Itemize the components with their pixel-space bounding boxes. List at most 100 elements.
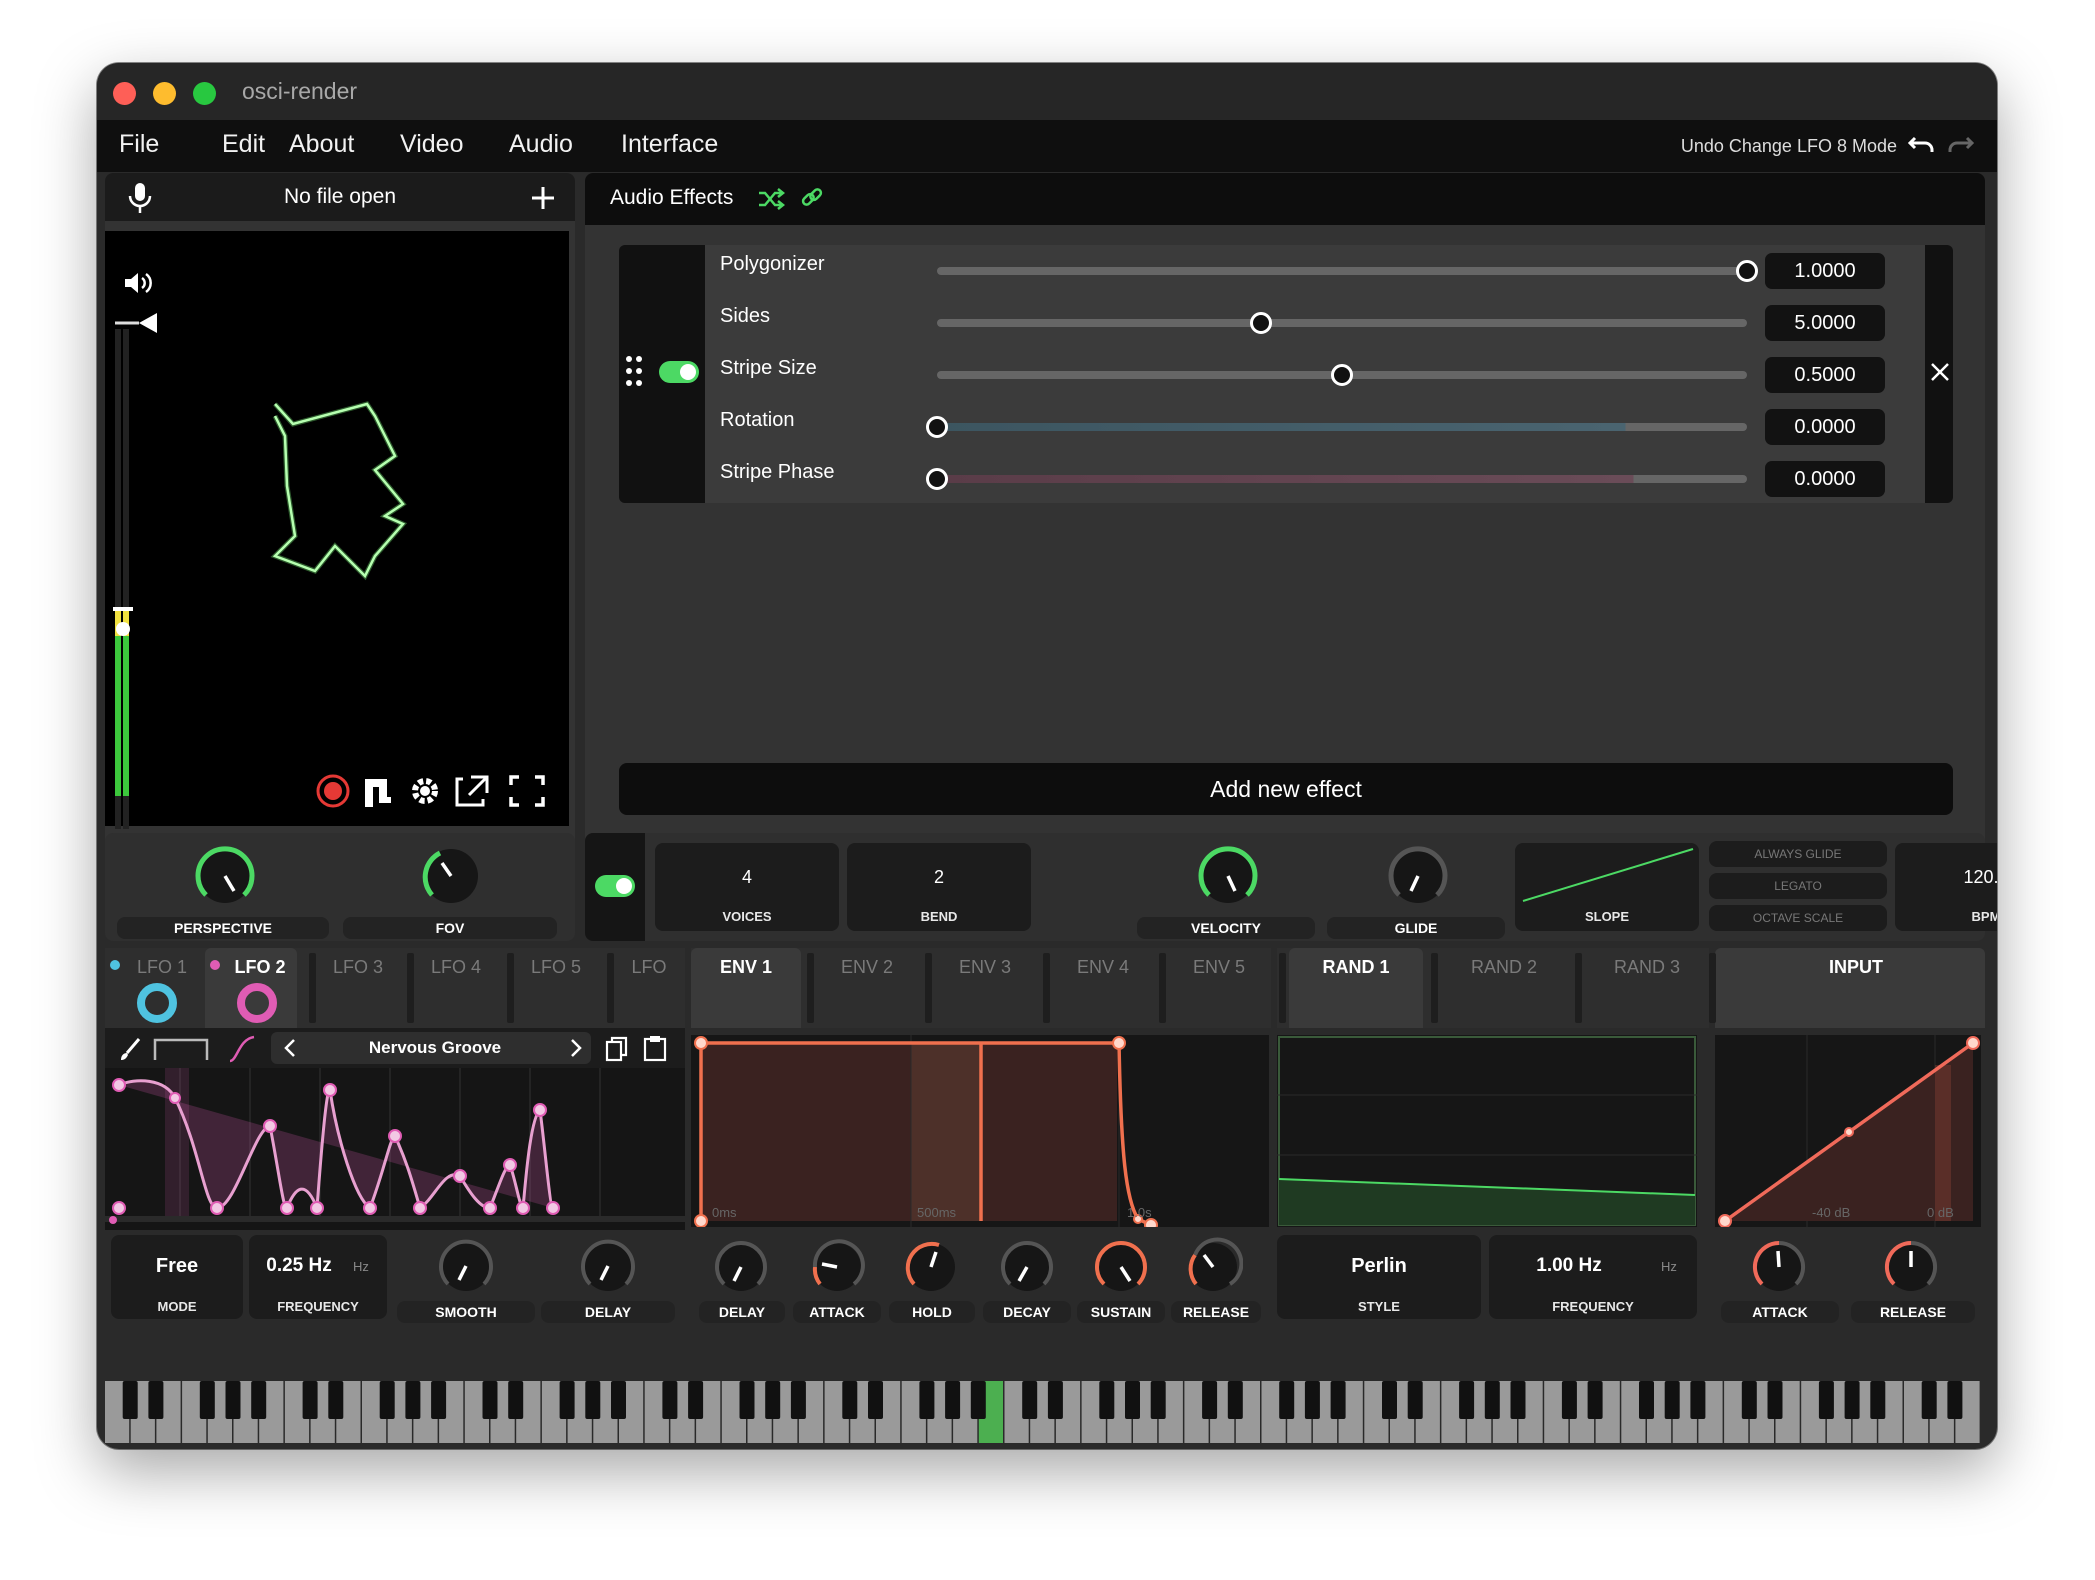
- tab-env-4[interactable]: ENV 4: [1053, 957, 1153, 1037]
- menu-video[interactable]: Video: [400, 130, 464, 159]
- black-key[interactable]: [1304, 1381, 1320, 1419]
- input-curve-editor[interactable]: [1715, 1035, 1981, 1227]
- close-window-button[interactable]: [113, 82, 136, 105]
- legato-button[interactable]: LEGATO: [1709, 873, 1887, 899]
- chevron-left-icon[interactable]: [283, 1038, 297, 1058]
- brush-icon[interactable]: [117, 1036, 143, 1062]
- stripe-phase-slider-thumb[interactable]: [926, 468, 948, 490]
- black-key[interactable]: [1459, 1381, 1475, 1419]
- black-key[interactable]: [765, 1381, 781, 1419]
- black-key[interactable]: [559, 1381, 575, 1419]
- black-key[interactable]: [199, 1381, 215, 1419]
- sides-value[interactable]: 5.0000: [1765, 305, 1885, 341]
- volume-meter[interactable]: [113, 311, 163, 831]
- black-key[interactable]: [1279, 1381, 1295, 1419]
- tab-env-5[interactable]: ENV 5: [1169, 957, 1269, 1037]
- rotation-slider-thumb[interactable]: [926, 416, 948, 438]
- lfo-smooth-knob[interactable]: [435, 1235, 497, 1297]
- add-new-effect-button[interactable]: Add new effect: [619, 763, 1953, 815]
- undo-label[interactable]: Undo Change LFO 8 Mode: [1681, 136, 1897, 157]
- black-key[interactable]: [1407, 1381, 1423, 1419]
- polygonizer-slider-thumb[interactable]: [1736, 260, 1758, 282]
- black-key[interactable]: [611, 1381, 626, 1419]
- octave-scale-button[interactable]: OCTAVE SCALE: [1709, 905, 1887, 931]
- tab-lfo-4[interactable]: LFO 4: [417, 957, 495, 1037]
- menu-edit[interactable]: Edit: [222, 130, 265, 159]
- black-key[interactable]: [688, 1381, 704, 1419]
- black-key[interactable]: [1125, 1381, 1140, 1419]
- menu-audio[interactable]: Audio: [509, 130, 573, 159]
- lfo-delay-knob[interactable]: [577, 1235, 639, 1297]
- sides-slider-thumb[interactable]: [1250, 312, 1272, 334]
- black-key[interactable]: [1484, 1381, 1500, 1419]
- black-key[interactable]: [1202, 1381, 1218, 1419]
- tab-lfo-5[interactable]: LFO 5: [517, 957, 595, 1037]
- env-decay-knob[interactable]: [997, 1237, 1057, 1297]
- chevron-right-icon[interactable]: [569, 1038, 583, 1058]
- always-glide-button[interactable]: ALWAYS GLIDE: [1709, 841, 1887, 867]
- black-key[interactable]: [662, 1381, 678, 1419]
- stripe-phase-slider[interactable]: [937, 475, 1747, 483]
- black-key[interactable]: [1844, 1381, 1860, 1419]
- black-key[interactable]: [1150, 1381, 1166, 1419]
- polygonizer-value[interactable]: 1.0000: [1765, 253, 1885, 289]
- black-key[interactable]: [1870, 1381, 1886, 1419]
- drag-handle-icon[interactable]: [625, 355, 645, 387]
- black-key[interactable]: [122, 1381, 138, 1419]
- voices-box[interactable]: 4 VOICES: [655, 843, 839, 931]
- tab-rand-3[interactable]: RAND 3: [1585, 957, 1709, 1037]
- rotation-slider[interactable]: [937, 423, 1747, 431]
- tab-rand-1[interactable]: RAND 1: [1289, 957, 1423, 1037]
- gear-icon[interactable]: [412, 778, 438, 804]
- black-key[interactable]: [379, 1381, 395, 1419]
- black-key[interactable]: [148, 1381, 164, 1419]
- visualiser-settings-icon[interactable]: [365, 779, 391, 807]
- black-key[interactable]: [790, 1381, 806, 1419]
- black-key[interactable]: [508, 1381, 524, 1419]
- input-attack-knob[interactable]: [1749, 1237, 1809, 1297]
- perspective-knob[interactable]: [192, 843, 258, 909]
- menu-file[interactable]: File: [119, 130, 159, 159]
- rotation-value[interactable]: 0.0000: [1765, 409, 1885, 445]
- fov-knob[interactable]: [418, 843, 484, 909]
- black-key[interactable]: [585, 1381, 601, 1419]
- oscilloscope-display[interactable]: [105, 231, 569, 829]
- slope-box[interactable]: SLOPE: [1515, 843, 1699, 931]
- black-key[interactable]: [1947, 1381, 1963, 1419]
- lfo-mode-box[interactable]: Free MODE: [111, 1235, 243, 1319]
- piano-keyboard[interactable]: [105, 1381, 1985, 1443]
- menu-about[interactable]: About: [289, 130, 354, 159]
- black-key[interactable]: [1690, 1381, 1706, 1419]
- black-key[interactable]: [1818, 1381, 1834, 1419]
- stripe-phase-value[interactable]: 0.0000: [1765, 461, 1885, 497]
- effect-enable-toggle[interactable]: [659, 361, 699, 383]
- env-hold-knob[interactable]: [901, 1237, 961, 1297]
- randomize-icon[interactable]: [757, 187, 785, 211]
- env-release-knob[interactable]: [1183, 1237, 1243, 1297]
- black-key[interactable]: [1561, 1381, 1577, 1419]
- square-shape-icon[interactable]: [153, 1036, 209, 1062]
- polygonizer-slider[interactable]: [937, 267, 1747, 275]
- black-key[interactable]: [945, 1381, 961, 1419]
- black-key[interactable]: [1047, 1381, 1063, 1419]
- zoom-window-button[interactable]: [193, 82, 216, 105]
- remove-effect-icon[interactable]: [1929, 361, 1951, 383]
- popout-icon[interactable]: [455, 775, 489, 807]
- stripe-size-slider-thumb[interactable]: [1331, 364, 1353, 386]
- lfo-waveform-editor[interactable]: [105, 1068, 685, 1230]
- volume-icon[interactable]: [123, 271, 153, 295]
- fullscreen-icon[interactable]: [509, 775, 545, 807]
- tab-env-3[interactable]: ENV 3: [935, 957, 1035, 1037]
- black-key[interactable]: [1330, 1381, 1346, 1419]
- copy-icon[interactable]: [605, 1036, 629, 1062]
- bpm-box[interactable]: 120.0 BPM: [1895, 843, 1997, 931]
- black-key[interactable]: [328, 1381, 344, 1419]
- tab-lfo-3[interactable]: LFO 3: [319, 957, 397, 1037]
- glide-knob[interactable]: [1385, 843, 1451, 909]
- stripe-size-value[interactable]: 0.5000: [1765, 357, 1885, 393]
- tab-lfo-6[interactable]: LFO: [619, 957, 679, 1037]
- black-key[interactable]: [405, 1381, 421, 1419]
- black-key[interactable]: [1741, 1381, 1757, 1419]
- black-key[interactable]: [482, 1381, 498, 1419]
- black-key[interactable]: [739, 1381, 755, 1419]
